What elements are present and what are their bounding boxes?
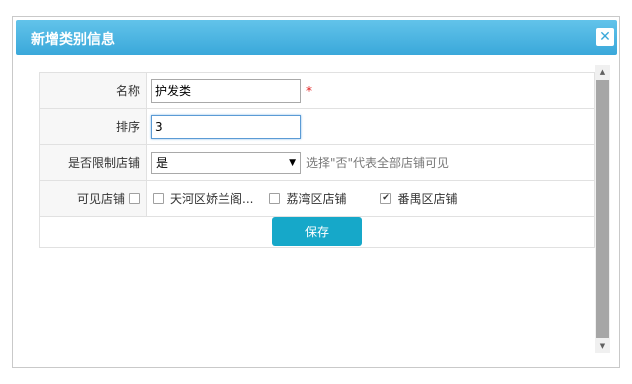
sort-input[interactable]: 3 xyxy=(151,114,301,139)
store-label: 番禺区店铺 xyxy=(397,192,458,206)
scroll-thumb[interactable] xyxy=(596,80,609,338)
form-row-visible-stores: 可见店铺 天河区娇兰阁... 荔湾区店铺 ✔ 番禺区店铺 xyxy=(40,181,594,217)
restrict-select-value: 是 xyxy=(156,156,169,170)
store-label: 天河区娇兰阁... xyxy=(170,192,254,206)
dialog: 新增类别信息 ✕ 名称 护发类 * 排序 3 是否限制店铺 是 ▼ 选择"否"代… xyxy=(12,16,620,368)
store-checkbox[interactable] xyxy=(153,193,164,204)
store-option[interactable]: 天河区娇兰阁... xyxy=(153,190,253,207)
restrict-label: 是否限制店铺 xyxy=(40,145,147,180)
dropdown-arrow-icon: ▼ xyxy=(289,157,296,168)
scroll-up-icon[interactable]: ▲ xyxy=(595,65,610,79)
save-button[interactable]: 保存 xyxy=(272,217,362,246)
sort-label: 排序 xyxy=(40,109,147,144)
select-all-checkbox[interactable] xyxy=(129,193,140,204)
store-checkbox-checked[interactable]: ✔ xyxy=(380,193,392,204)
name-input[interactable]: 护发类 xyxy=(151,78,301,103)
dialog-title: 新增类别信息 xyxy=(31,32,115,48)
store-checkbox[interactable] xyxy=(269,193,281,204)
form-row-sort: 排序 3 xyxy=(40,109,594,145)
scroll-down-icon[interactable]: ▼ xyxy=(595,339,610,353)
vertical-scrollbar[interactable]: ▲ ▼ xyxy=(595,65,610,353)
form-row-actions: 保存 xyxy=(40,217,594,247)
store-label: 荔湾区店铺 xyxy=(286,192,347,206)
store-option[interactable]: 荔湾区店铺 xyxy=(269,190,346,207)
form-row-name: 名称 护发类 * xyxy=(40,73,594,109)
restrict-hint: 选择"否"代表全部店铺可见 xyxy=(306,156,450,170)
restrict-select[interactable]: 是 ▼ xyxy=(151,151,301,174)
dialog-titlebar: 新增类别信息 ✕ xyxy=(16,20,617,55)
required-mark: * xyxy=(306,83,312,98)
visible-stores-label: 可见店铺 xyxy=(76,192,125,206)
close-icon[interactable]: ✕ xyxy=(596,28,614,46)
name-label: 名称 xyxy=(40,73,147,108)
visible-stores-label-cell: 可见店铺 xyxy=(40,181,147,216)
category-form: 名称 护发类 * 排序 3 是否限制店铺 是 ▼ 选择"否"代表全部店铺可见 可… xyxy=(39,72,595,248)
store-option[interactable]: ✔ 番禺区店铺 xyxy=(380,190,457,207)
form-row-restrict: 是否限制店铺 是 ▼ 选择"否"代表全部店铺可见 xyxy=(40,145,594,181)
